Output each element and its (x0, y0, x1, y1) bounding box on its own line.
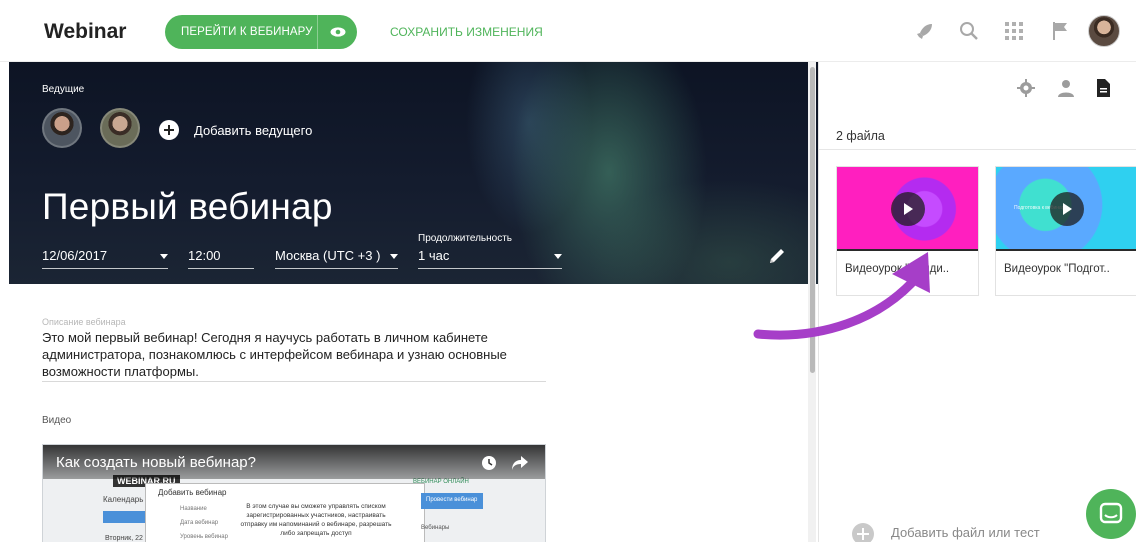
apps-grid-icon[interactable] (1002, 19, 1026, 43)
file-name: Видеоурок "Подгот.. (1004, 263, 1110, 275)
search-icon[interactable] (957, 19, 981, 43)
inner-menu: ВЕБИНАР ОНЛАЙН (413, 479, 469, 485)
inner-dialog-row: Уровень вебинар (180, 534, 228, 540)
chevron-down-icon (390, 254, 398, 259)
inner-dialog-row: Дата вебинар (180, 520, 219, 526)
eye-icon[interactable] (317, 15, 357, 49)
video-title[interactable]: Как создать новый вебинар? (56, 454, 256, 471)
hosts-label: Ведущие (42, 84, 85, 95)
go-to-webinar-button[interactable]: ПЕРЕЙТИ К ВЕБИНАРУ (165, 15, 357, 49)
timezone-select[interactable]: Москва (UTC +3 ) (275, 248, 398, 269)
description-underline (42, 381, 546, 382)
add-host-button[interactable]: Добавить ведущего (194, 123, 312, 138)
edit-pencil-icon[interactable] (767, 246, 787, 266)
timezone-value: Москва (UTC +3 ) (275, 248, 381, 263)
files-divider (818, 149, 1136, 150)
play-icon[interactable] (891, 192, 925, 226)
time-input[interactable]: 12:00 (188, 248, 254, 269)
clock-icon[interactable] (481, 455, 497, 471)
inner-dialog: Добавить вебинар Название Дата вебинар У… (145, 483, 425, 542)
duration-value: 1 час (418, 248, 450, 263)
date-select[interactable]: 12/06/2017 (42, 248, 168, 269)
add-file-button[interactable]: Добавить файл или тест (891, 525, 1040, 540)
share-icon[interactable] (511, 455, 529, 471)
file-card[interactable]: Видеоурок "Венди.. (836, 166, 979, 296)
chevron-down-icon (160, 254, 168, 259)
brand-logo[interactable]: Webinar (44, 20, 126, 44)
inner-dialog-title: Добавить вебинар (158, 488, 227, 497)
document-icon[interactable] (1095, 79, 1113, 97)
scrollbar-thumb[interactable] (810, 67, 815, 373)
files-count: 2 файла (836, 129, 885, 143)
app-root: Webinar ПЕРЕЙТИ К ВЕБИНАРУ СОХРАНИТЬ ИЗМ… (0, 0, 1136, 542)
chat-bubble-icon (1099, 502, 1123, 524)
webinar-title[interactable]: Первый вебинар (42, 186, 333, 228)
inner-tooltip: В этом случае вы сможете управлять списк… (240, 503, 392, 537)
description-label: Описание вебинара (42, 317, 126, 327)
file-card[interactable]: Подготовка к вебинару Видеоурок "Подгот.… (995, 166, 1136, 296)
save-changes-link[interactable]: СОХРАНИТЬ ИЗМЕНЕНИЯ (390, 25, 543, 39)
webinar-hero: Ведущие Добавить ведущего Первый вебинар… (9, 62, 818, 284)
file-thumbnail[interactable]: Подготовка к вебинару (996, 167, 1136, 251)
add-file-icon[interactable] (852, 523, 874, 542)
date-value: 12/06/2017 (42, 248, 108, 263)
time-value: 12:00 (188, 248, 221, 263)
top-bar: Webinar ПЕРЕЙТИ К ВЕБИНАРУ СОХРАНИТЬ ИЗМ… (0, 0, 1136, 62)
thumbnail-strip (837, 249, 978, 251)
video-label: Видео (42, 415, 72, 426)
file-thumbnail[interactable] (837, 167, 978, 251)
file-name: Видеоурок "Венди.. (845, 263, 950, 275)
person-icon[interactable] (1057, 79, 1075, 97)
settings-icon[interactable] (1017, 79, 1035, 97)
play-icon[interactable] (1050, 192, 1084, 226)
host-avatar[interactable] (42, 108, 82, 148)
description-field[interactable]: Это мой первый вебинар! Сегодня я научус… (42, 329, 547, 380)
add-host-icon[interactable] (159, 120, 179, 140)
chevron-down-icon (554, 254, 562, 259)
duration-label: Продолжительность (418, 233, 512, 244)
inner-dialog-row: Название (180, 506, 207, 512)
user-avatar[interactable] (1088, 15, 1120, 47)
video-player[interactable]: WEBINAR.RU Календарь мер Вторник, 22 ( Д… (42, 444, 546, 542)
rocket-icon[interactable] (913, 19, 937, 43)
inner-right-label: Вебинары (421, 525, 450, 531)
thumbnail-strip (996, 249, 1136, 251)
chat-support-button[interactable] (1086, 489, 1136, 539)
go-to-webinar-label: ПЕРЕЙТИ К ВЕБИНАРУ (181, 26, 313, 38)
inner-date: Вторник, 22 ( (105, 535, 148, 542)
inner-button (103, 511, 151, 523)
host-avatar[interactable] (100, 108, 140, 148)
duration-select[interactable]: 1 час (418, 248, 562, 269)
flag-icon[interactable] (1048, 19, 1072, 43)
inner-right-button-label: Провести вебинар (426, 497, 478, 503)
